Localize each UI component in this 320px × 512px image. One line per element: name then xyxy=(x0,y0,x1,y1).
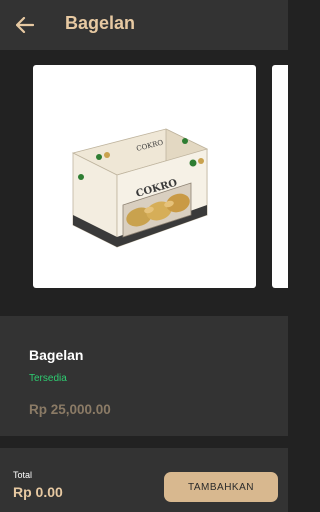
product-info-panel: Bagelan Tersedia Rp 25,000.00 xyxy=(0,316,288,436)
app-bar: Bagelan xyxy=(0,0,288,50)
product-price: Rp 25,000.00 xyxy=(29,402,111,417)
product-name: Bagelan xyxy=(29,347,84,363)
arrow-left-icon xyxy=(16,17,34,33)
total-label: Total xyxy=(13,470,33,480)
product-image-carousel[interactable]: COKRO COKRO xyxy=(0,50,288,316)
page-title: Bagelan xyxy=(65,13,136,33)
availability-status: Tersedia xyxy=(29,373,67,384)
add-to-cart-button[interactable]: TAMBAHKAN xyxy=(164,472,278,502)
product-box-image: COKRO COKRO xyxy=(71,128,209,248)
back-button[interactable] xyxy=(12,12,38,38)
total-value: Rp 0.00 xyxy=(13,484,63,500)
bottom-bar: Total Rp 0.00 TAMBAHKAN xyxy=(0,448,288,512)
next-image-card[interactable] xyxy=(272,65,288,288)
section-divider xyxy=(0,436,288,448)
product-image-card[interactable]: COKRO COKRO xyxy=(33,65,256,288)
